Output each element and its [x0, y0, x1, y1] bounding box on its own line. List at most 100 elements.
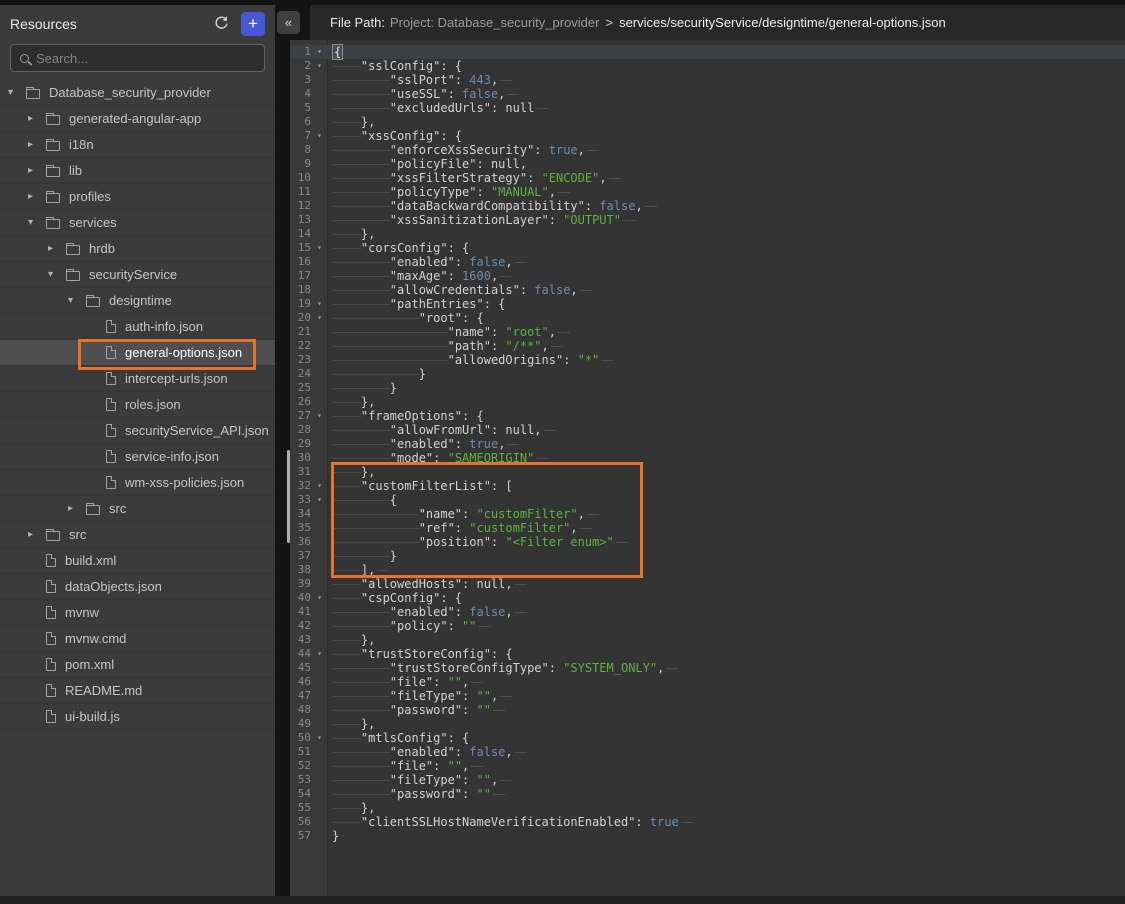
tree-file-build.xml[interactable]: build.xml — [0, 548, 275, 574]
tree-file-service-info.json[interactable]: service-info.json — [0, 444, 275, 470]
tree-folder-securityService[interactable]: ▾ securityService — [0, 262, 275, 288]
fold-toggle-icon[interactable] — [311, 255, 328, 269]
fold-toggle-icon[interactable] — [311, 829, 328, 843]
fold-toggle-icon[interactable] — [311, 325, 328, 339]
code-line[interactable]: 55 }, — [290, 801, 1125, 815]
code-line[interactable]: 4 "useSSL": false, — [290, 87, 1125, 101]
code-line[interactable]: 39 "allowedHosts": null, — [290, 577, 1125, 591]
code-line[interactable]: 43 }, — [290, 633, 1125, 647]
tree-file-auth-info.json[interactable]: auth-info.json — [0, 314, 275, 340]
fold-toggle-icon[interactable] — [311, 213, 328, 227]
tree-folder-profiles[interactable]: ▸ profiles — [0, 184, 275, 210]
fold-toggle-icon[interactable] — [311, 759, 328, 773]
fold-toggle-icon[interactable] — [311, 745, 328, 759]
code-line[interactable]: 57 } — [290, 829, 1125, 843]
fold-toggle-icon[interactable] — [311, 801, 328, 815]
code-line[interactable]: 30 "mode": "SAMEORIGIN" — [290, 451, 1125, 465]
code-line[interactable]: 21 "name": "root", — [290, 325, 1125, 339]
code-line[interactable]: 53 "fileType": "", — [290, 773, 1125, 787]
fold-toggle-icon[interactable] — [311, 171, 328, 185]
tree-file-intercept-urls.json[interactable]: intercept-urls.json — [0, 366, 275, 392]
code-line[interactable]: 3 "sslPort": 443, — [290, 73, 1125, 87]
tree-file-dataObjects.json[interactable]: dataObjects.json — [0, 574, 275, 600]
fold-toggle-icon[interactable] — [311, 115, 328, 129]
fold-toggle-icon[interactable] — [311, 157, 328, 171]
expander-icon[interactable]: ▸ — [68, 503, 86, 514]
tree-folder-Database_security_provider[interactable]: ▾ Database_security_provider — [0, 80, 275, 106]
code-line[interactable]: 33 ▾ { — [290, 493, 1125, 507]
tree-file-securityService_API.json[interactable]: securityService_API.json — [0, 418, 275, 444]
code-line[interactable]: 27 ▾ "frameOptions": { — [290, 409, 1125, 423]
fold-toggle-icon[interactable] — [311, 465, 328, 479]
fold-toggle-icon[interactable] — [311, 73, 328, 87]
expander-icon[interactable]: ▾ — [28, 217, 46, 228]
code-line[interactable]: 54 "password": "" — [290, 787, 1125, 801]
code-line[interactable]: 24 } — [290, 367, 1125, 381]
fold-toggle-icon[interactable] — [311, 227, 328, 241]
code-line[interactable]: 29 "enabled": true, — [290, 437, 1125, 451]
fold-toggle-icon[interactable] — [311, 507, 328, 521]
code-line[interactable]: 15 ▾ "corsConfig": { — [290, 241, 1125, 255]
code-line[interactable]: 56 "clientSSLHostNameVerificationEnabled… — [290, 815, 1125, 829]
fold-toggle-icon[interactable] — [311, 661, 328, 675]
fold-toggle-icon[interactable] — [311, 87, 328, 101]
code-line[interactable]: 50 ▾ "mtlsConfig": { — [290, 731, 1125, 745]
fold-toggle-icon[interactable] — [311, 451, 328, 465]
code-line[interactable]: 1 ▾ { — [290, 45, 1125, 59]
code-line[interactable]: 35 "ref": "customFilter", — [290, 521, 1125, 535]
search-input[interactable] — [36, 51, 255, 66]
code-line[interactable]: 40 ▾ "cspConfig": { — [290, 591, 1125, 605]
expander-icon[interactable]: ▸ — [28, 191, 46, 202]
fold-toggle-icon[interactable] — [311, 563, 328, 577]
fold-toggle-icon[interactable]: ▾ — [311, 297, 328, 311]
tree-folder-generated-angular-app[interactable]: ▸ generated-angular-app — [0, 106, 275, 132]
fold-toggle-icon[interactable] — [311, 353, 328, 367]
fold-toggle-icon[interactable] — [311, 815, 328, 829]
code-line[interactable]: 22 "path": "/**", — [290, 339, 1125, 353]
fold-toggle-icon[interactable] — [311, 367, 328, 381]
fold-toggle-icon[interactable] — [311, 703, 328, 717]
fold-toggle-icon[interactable] — [311, 395, 328, 409]
fold-toggle-icon[interactable] — [311, 283, 328, 297]
code-line[interactable]: 52 "file": "", — [290, 759, 1125, 773]
expander-icon[interactable]: ▾ — [8, 87, 26, 98]
fold-toggle-icon[interactable]: ▾ — [311, 241, 328, 255]
code-line[interactable]: 37 } — [290, 549, 1125, 563]
fold-toggle-icon[interactable] — [311, 521, 328, 535]
tree-file-mvnw.cmd[interactable]: mvnw.cmd — [0, 626, 275, 652]
code-line[interactable]: 8 "enforceXssSecurity": true, — [290, 143, 1125, 157]
code-line[interactable]: 51 "enabled": false, — [290, 745, 1125, 759]
fold-toggle-icon[interactable] — [311, 675, 328, 689]
collapse-sidebar-button[interactable]: « — [277, 11, 300, 34]
code-line[interactable]: 38 ], — [290, 563, 1125, 577]
code-line[interactable]: 13 "xssSanitizationLayer": "OUTPUT" — [290, 213, 1125, 227]
fold-toggle-icon[interactable]: ▾ — [311, 45, 328, 59]
code-editor[interactable]: 1 ▾ { 2 ▾ "sslConfig": { 3 "sslPort": 44… — [290, 40, 1125, 896]
tree-file-roles.json[interactable]: roles.json — [0, 392, 275, 418]
fold-toggle-icon[interactable] — [311, 605, 328, 619]
fold-toggle-icon[interactable] — [311, 199, 328, 213]
tree-file-general-options.json[interactable]: general-options.json — [0, 340, 275, 366]
panel-divider[interactable] — [275, 0, 290, 896]
tree-folder-src[interactable]: ▸ src — [0, 522, 275, 548]
fold-toggle-icon[interactable]: ▾ — [311, 129, 328, 143]
fold-toggle-icon[interactable] — [311, 423, 328, 437]
fold-toggle-icon[interactable] — [311, 689, 328, 703]
expander-icon[interactable]: ▸ — [28, 139, 46, 150]
tree-file-ui-build.js[interactable]: ui-build.js — [0, 704, 275, 730]
tree-file-mvnw[interactable]: mvnw — [0, 600, 275, 626]
tree-folder-services[interactable]: ▾ services — [0, 210, 275, 236]
code-line[interactable]: 11 "policyType": "MANUAL", — [290, 185, 1125, 199]
expander-icon[interactable]: ▸ — [28, 165, 46, 176]
fold-toggle-icon[interactable] — [311, 101, 328, 115]
add-resource-button[interactable]: + — [241, 12, 265, 36]
code-line[interactable]: 10 "xssFilterStrategy": "ENCODE", — [290, 171, 1125, 185]
tree-folder-src[interactable]: ▸ src — [0, 496, 275, 522]
fold-toggle-icon[interactable]: ▾ — [311, 493, 328, 507]
code-line[interactable]: 44 ▾ "trustStoreConfig": { — [290, 647, 1125, 661]
expander-icon[interactable]: ▾ — [68, 295, 86, 306]
fold-toggle-icon[interactable]: ▾ — [311, 479, 328, 493]
fold-toggle-icon[interactable] — [311, 185, 328, 199]
code-line[interactable]: 47 "fileType": "", — [290, 689, 1125, 703]
tree-folder-hrdb[interactable]: ▸ hrdb — [0, 236, 275, 262]
